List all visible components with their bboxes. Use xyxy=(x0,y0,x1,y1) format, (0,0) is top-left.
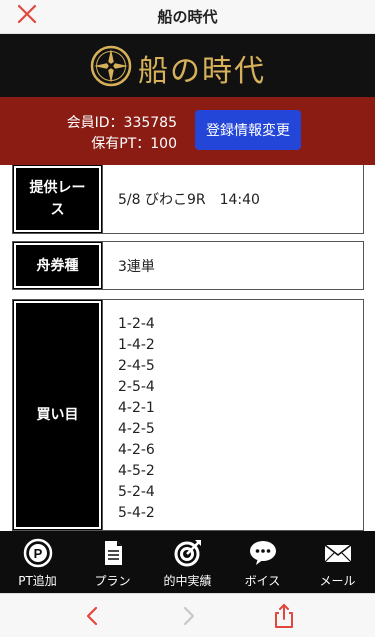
ticket-type-value: 3連単 xyxy=(102,242,363,289)
nav-item-plan[interactable]: プラン xyxy=(75,531,150,593)
back-arrow-icon[interactable] xyxy=(80,603,106,629)
pt-coin-icon: P xyxy=(23,538,52,568)
brand-name: 船の時代 xyxy=(138,54,266,89)
list-item: 1-4-2 xyxy=(118,337,155,353)
nav-item-voice[interactable]: ボイス xyxy=(225,531,300,593)
svg-text:P: P xyxy=(33,546,42,561)
nav-item-mail[interactable]: メール xyxy=(300,531,375,593)
nav-item-results[interactable]: 的中実績 xyxy=(150,531,225,593)
nav-item-pt-add[interactable]: P PT追加 xyxy=(0,531,75,593)
table-row-buy-combos: 買い目 1-2-4 1-4-2 2-4-5 2-5-4 4-2-1 4-2-5 … xyxy=(12,299,364,531)
list-item: 2-5-4 xyxy=(118,379,155,395)
list-item: 1-2-4 xyxy=(118,316,155,332)
nav-label: プラン xyxy=(94,574,131,588)
nav-label: 的中実績 xyxy=(163,574,212,588)
list-item: 4-2-5 xyxy=(118,421,155,437)
member-panel: 会員ID：335785 保有PT：100 登録情報変更 xyxy=(0,97,375,165)
member-id: 会員ID：335785 xyxy=(66,115,177,131)
window-title: 船の時代 xyxy=(157,8,218,26)
buy-combos-label: 買い目 xyxy=(13,300,102,530)
member-points: 保有PT：100 xyxy=(91,136,177,152)
nav-label: メール xyxy=(319,574,356,588)
nav-label: PT追加 xyxy=(18,574,57,588)
browser-toolbar xyxy=(0,593,375,637)
list-item: 2-4-5 xyxy=(118,358,155,374)
forward-arrow-icon[interactable] xyxy=(175,603,201,629)
edit-registration-button[interactable]: 登録情報変更 xyxy=(195,110,301,150)
ticket-type-label: 舟券種 xyxy=(13,242,102,289)
nav-label: ボイス xyxy=(244,574,281,588)
list-item: 5-4-2 xyxy=(118,505,155,521)
share-icon[interactable] xyxy=(271,603,297,629)
document-icon xyxy=(104,541,122,565)
race-label: 提供レース xyxy=(13,165,102,233)
list-item: 4-2-6 xyxy=(118,442,155,458)
compass-logo-icon xyxy=(90,45,132,87)
list-item: 4-2-1 xyxy=(118,400,155,416)
target-icon xyxy=(174,540,201,567)
brand-header: 船の時代 xyxy=(0,34,375,97)
mail-icon xyxy=(324,544,351,563)
table-row-race: 提供レース 5/8 びわこ9R 14:40 xyxy=(12,165,364,234)
list-item: 4-5-2 xyxy=(118,463,155,479)
buy-combos-list: 1-2-4 1-4-2 2-4-5 2-5-4 4-2-1 4-2-5 4-2-… xyxy=(102,300,363,530)
bottom-nav: P PT追加 プラン 的中実績 ボイス メール xyxy=(0,531,375,593)
member-info: 会員ID：335785 保有PT：100 xyxy=(67,113,177,155)
race-value: 5/8 びわこ9R 14:40 xyxy=(102,165,363,233)
top-bar: 船の時代 xyxy=(0,0,375,34)
table-row-ticket-type: 舟券種 3連単 xyxy=(12,241,364,290)
list-item: 5-2-4 xyxy=(118,484,155,500)
chat-icon xyxy=(249,541,276,565)
